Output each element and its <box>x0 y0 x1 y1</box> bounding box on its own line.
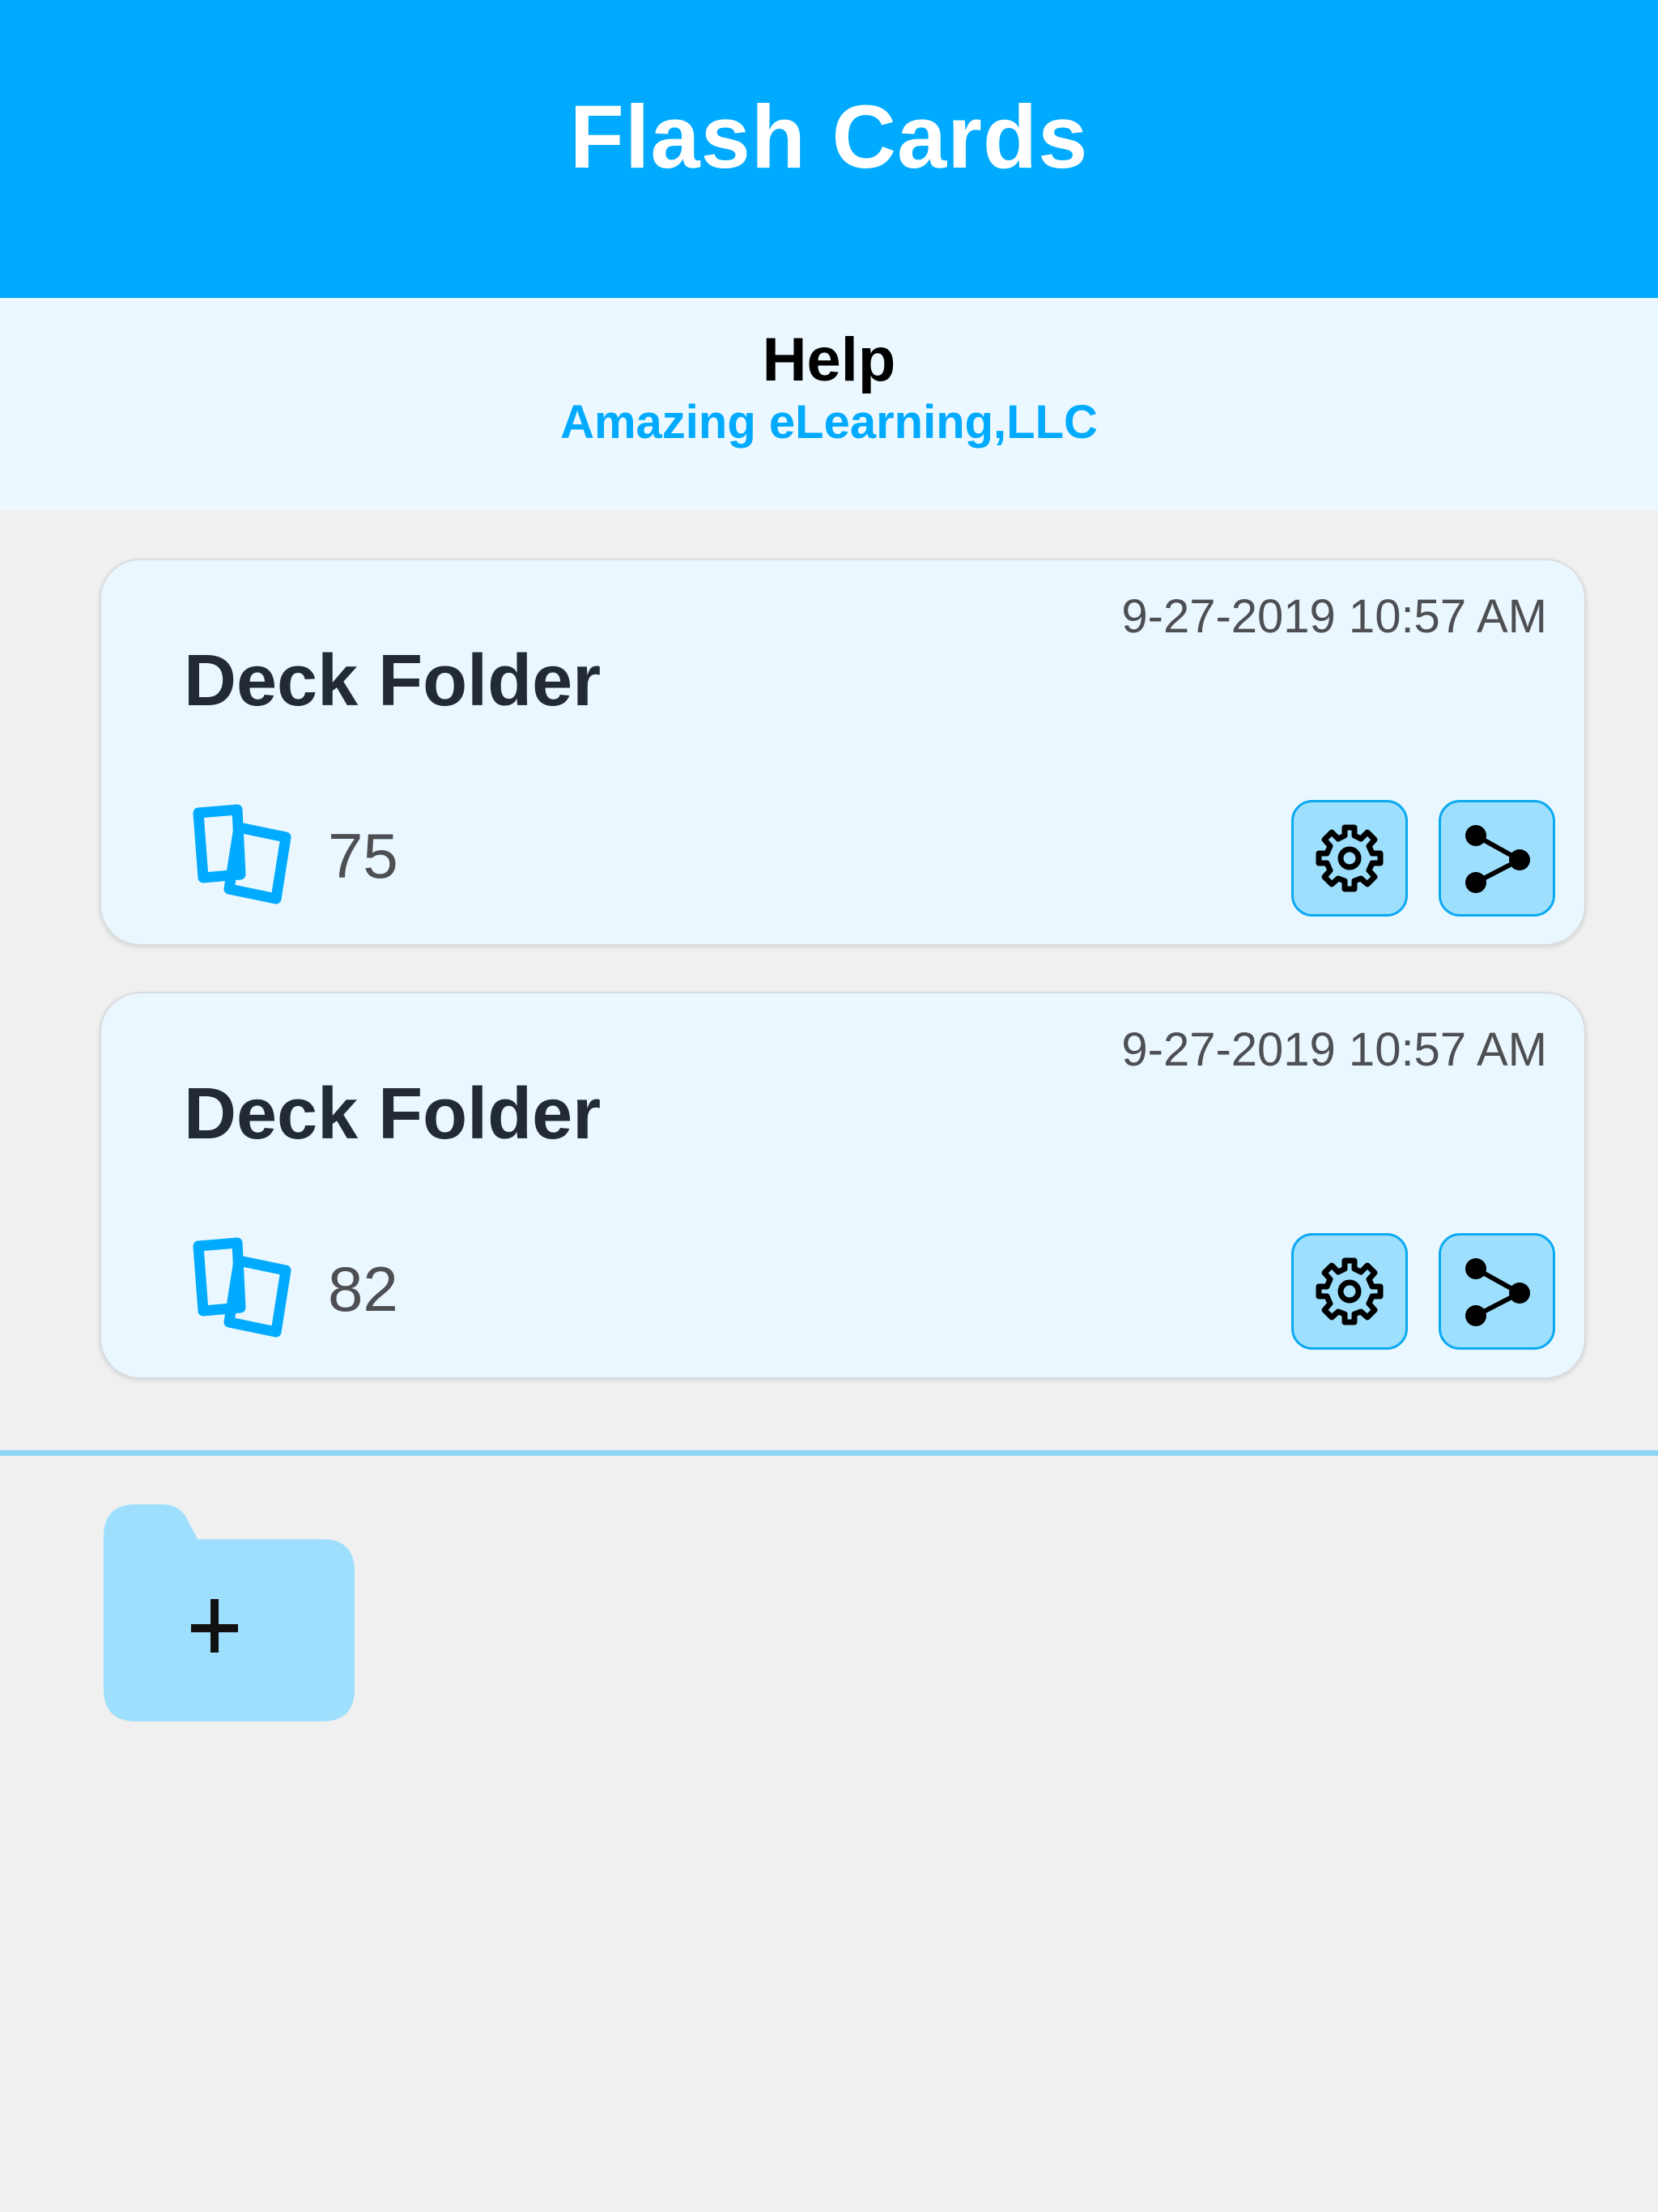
folder-plus-icon <box>104 1504 355 1721</box>
deck-card-count: 75 <box>328 820 398 891</box>
deck-date: 9-27-2019 10:57 AM <box>1121 590 1547 643</box>
deck-settings-button[interactable] <box>1291 1233 1408 1350</box>
deck-title: Deck Folder <box>184 1074 602 1155</box>
gear-icon <box>1316 1257 1384 1325</box>
company-name[interactable]: Amazing eLearning,LLC <box>0 395 1658 449</box>
deck-share-button[interactable] <box>1439 800 1555 917</box>
share-icon <box>1465 1258 1530 1326</box>
help-band: Help Amazing eLearning,LLC <box>0 298 1658 510</box>
deck-title: Deck Folder <box>184 640 602 721</box>
app-title: Flash Cards <box>569 87 1089 187</box>
cards-icon <box>193 1237 291 1338</box>
gear-icon <box>1316 824 1384 892</box>
deck-settings-button[interactable] <box>1291 800 1408 917</box>
deck-card-count: 82 <box>328 1253 398 1325</box>
app-header: Flash Cards <box>0 0 1658 298</box>
share-icon <box>1465 825 1530 893</box>
cards-icon <box>193 804 291 904</box>
deck-share-button[interactable] <box>1439 1233 1555 1350</box>
deck-folder-card[interactable]: 9-27-2019 10:57 AM Deck Folder 75 <box>100 559 1586 946</box>
help-link[interactable]: Help <box>0 325 1658 395</box>
section-divider <box>0 1450 1658 1456</box>
deck-date: 9-27-2019 10:57 AM <box>1121 1023 1547 1076</box>
deck-folder-card[interactable]: 9-27-2019 10:57 AM Deck Folder 82 <box>100 992 1586 1379</box>
add-folder-button[interactable] <box>104 1504 355 1721</box>
